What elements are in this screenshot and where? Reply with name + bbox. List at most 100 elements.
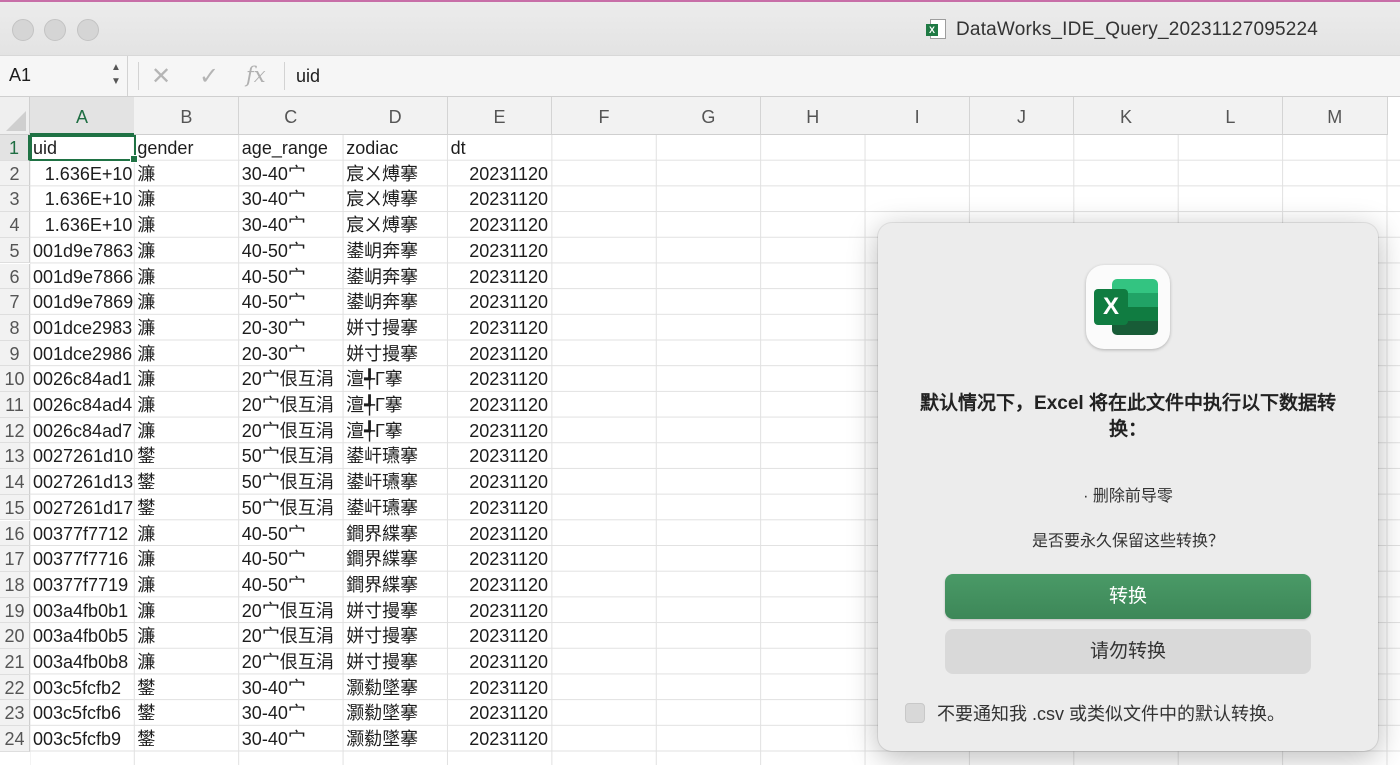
cell-e14[interactable]: 20231120 <box>448 469 552 495</box>
cell-a17[interactable]: 00377f7716 <box>30 546 136 572</box>
column-header-f[interactable]: F <box>552 97 657 135</box>
cell-b7[interactable]: 濂 <box>134 289 238 315</box>
cancel-icon[interactable]: ✕ <box>151 62 171 91</box>
cell-d13[interactable]: 鍙屽瓙搴 <box>343 443 447 469</box>
row-header-16[interactable]: 16 <box>0 520 30 547</box>
formula-input[interactable]: uid <box>296 66 320 87</box>
cell-b5[interactable]: 濂 <box>134 238 238 264</box>
cell-e2[interactable]: 20231120 <box>448 161 552 187</box>
row-header-15[interactable]: 15 <box>0 494 30 521</box>
cell-e17[interactable]: 20231120 <box>448 546 552 572</box>
cell-a3[interactable]: 1.636E+10 <box>30 186 136 212</box>
row-header-2[interactable]: 2 <box>0 160 30 187</box>
row-header-3[interactable]: 3 <box>0 186 30 213</box>
cell-a9[interactable]: 001dce2986 <box>30 341 136 367</box>
cell-b11[interactable]: 濂 <box>134 392 238 418</box>
row-header-4[interactable]: 4 <box>0 212 30 238</box>
cell-a11[interactable]: 0026c84ad4 <box>30 392 136 418</box>
cell-e24[interactable]: 20231120 <box>448 726 552 752</box>
column-header-j[interactable]: J <box>969 97 1075 135</box>
row-header-13[interactable]: 13 <box>0 443 30 470</box>
cell-b24[interactable]: 鐢 <box>134 726 238 752</box>
row-header-7[interactable]: 7 <box>0 289 30 315</box>
cell-b10[interactable]: 濂 <box>134 366 238 392</box>
insert-function-icon[interactable]: fx <box>246 63 266 87</box>
row-header-11[interactable]: 11 <box>0 392 30 418</box>
cell-e10[interactable]: 20231120 <box>448 366 552 392</box>
cell-c6[interactable]: 40-50宀 <box>239 264 345 290</box>
row-header-14[interactable]: 14 <box>0 469 30 495</box>
cell-a20[interactable]: 003a4fb0b5 <box>30 623 136 649</box>
cell-c3[interactable]: 30-40宀 <box>239 186 345 212</box>
row-header-5[interactable]: 5 <box>0 237 30 264</box>
cell-b12[interactable]: 濂 <box>134 418 238 444</box>
cell-b20[interactable]: 濂 <box>134 623 238 649</box>
cell-e13[interactable]: 20231120 <box>448 443 552 469</box>
cell-b16[interactable]: 濂 <box>134 521 238 547</box>
cell-b15[interactable]: 鐢 <box>134 495 238 521</box>
cell-c8[interactable]: 20-30宀 <box>239 315 345 341</box>
cell-a12[interactable]: 0026c84ad7 <box>30 418 136 444</box>
row-header-23[interactable]: 23 <box>0 700 30 727</box>
cell-d20[interactable]: 姘寸摱搴 <box>343 623 447 649</box>
cell-e5[interactable]: 20231120 <box>448 238 552 264</box>
cell-e6[interactable]: 20231120 <box>448 264 552 290</box>
cell-d12[interactable]: 澶╃Г搴 <box>343 418 447 444</box>
cell-d1[interactable]: zodiac <box>343 135 447 161</box>
cell-d5[interactable]: 鍙岄奔搴 <box>343 238 447 264</box>
close-window-button[interactable] <box>12 19 34 41</box>
cell-a24[interactable]: 003c5fcfb9 <box>30 726 136 752</box>
cell-d6[interactable]: 鍙岄奔搴 <box>343 264 447 290</box>
column-header-e[interactable]: E <box>447 97 553 135</box>
cell-a6[interactable]: 001d9e7866 <box>30 264 136 290</box>
column-header-i[interactable]: I <box>865 97 971 135</box>
cell-b23[interactable]: 鐢 <box>134 700 238 726</box>
cell-a8[interactable]: 001dce2983 <box>30 315 136 341</box>
cell-c9[interactable]: 20-30宀 <box>239 341 345 367</box>
cell-e16[interactable]: 20231120 <box>448 521 552 547</box>
cell-c4[interactable]: 30-40宀 <box>239 212 345 238</box>
row-header-17[interactable]: 17 <box>0 546 30 572</box>
cell-c15[interactable]: 50宀佷互涓 <box>239 495 345 521</box>
column-header-d[interactable]: D <box>343 97 449 135</box>
cell-c19[interactable]: 20宀佷互涓 <box>239 598 345 624</box>
row-header-19[interactable]: 19 <box>0 597 30 624</box>
cell-e12[interactable]: 20231120 <box>448 418 552 444</box>
cell-e22[interactable]: 20231120 <box>448 675 552 701</box>
cell-d10[interactable]: 澶╃Г搴 <box>343 366 447 392</box>
cell-a18[interactable]: 00377f7719 <box>30 572 136 598</box>
cell-c18[interactable]: 40-50宀 <box>239 572 345 598</box>
column-header-h[interactable]: H <box>760 97 866 135</box>
cell-d9[interactable]: 姘寸摱搴 <box>343 341 447 367</box>
zoom-window-button[interactable] <box>77 19 99 41</box>
cell-d22[interactable]: 灏勬墜搴 <box>343 675 447 701</box>
cell-c14[interactable]: 50宀佷互涓 <box>239 469 345 495</box>
cell-b19[interactable]: 濂 <box>134 598 238 624</box>
cell-b3[interactable]: 濂 <box>134 186 238 212</box>
row-header-22[interactable]: 22 <box>0 674 30 701</box>
cell-c24[interactable]: 30-40宀 <box>239 726 345 752</box>
column-header-b[interactable]: B <box>134 97 240 135</box>
name-box[interactable]: A1 ▲ ▼ <box>0 56 128 96</box>
cell-a16[interactable]: 00377f7712 <box>30 521 136 547</box>
cell-c13[interactable]: 50宀佷互涓 <box>239 443 345 469</box>
cell-a15[interactable]: 0027261d17 <box>30 495 136 521</box>
cell-e1[interactable]: dt <box>448 135 552 161</box>
cell-e19[interactable]: 20231120 <box>448 598 552 624</box>
cell-b18[interactable]: 濂 <box>134 572 238 598</box>
cell-e7[interactable]: 20231120 <box>448 289 552 315</box>
cell-e15[interactable]: 20231120 <box>448 495 552 521</box>
cell-d16[interactable]: 鐧界緤搴 <box>343 521 447 547</box>
cell-b17[interactable]: 濂 <box>134 546 238 572</box>
cell-e11[interactable]: 20231120 <box>448 392 552 418</box>
cell-b13[interactable]: 鐢 <box>134 443 238 469</box>
column-header-k[interactable]: K <box>1074 97 1179 135</box>
row-header-9[interactable]: 9 <box>0 340 30 367</box>
cell-c11[interactable]: 20宀佷互涓 <box>239 392 345 418</box>
cell-d4[interactable]: 宸ㄨ煿搴 <box>343 212 447 238</box>
column-header-l[interactable]: L <box>1178 97 1284 135</box>
cell-a22[interactable]: 003c5fcfb2 <box>30 675 136 701</box>
cell-c2[interactable]: 30-40宀 <box>239 161 345 187</box>
cell-a21[interactable]: 003a4fb0b8 <box>30 649 136 675</box>
column-header-g[interactable]: G <box>656 97 762 135</box>
